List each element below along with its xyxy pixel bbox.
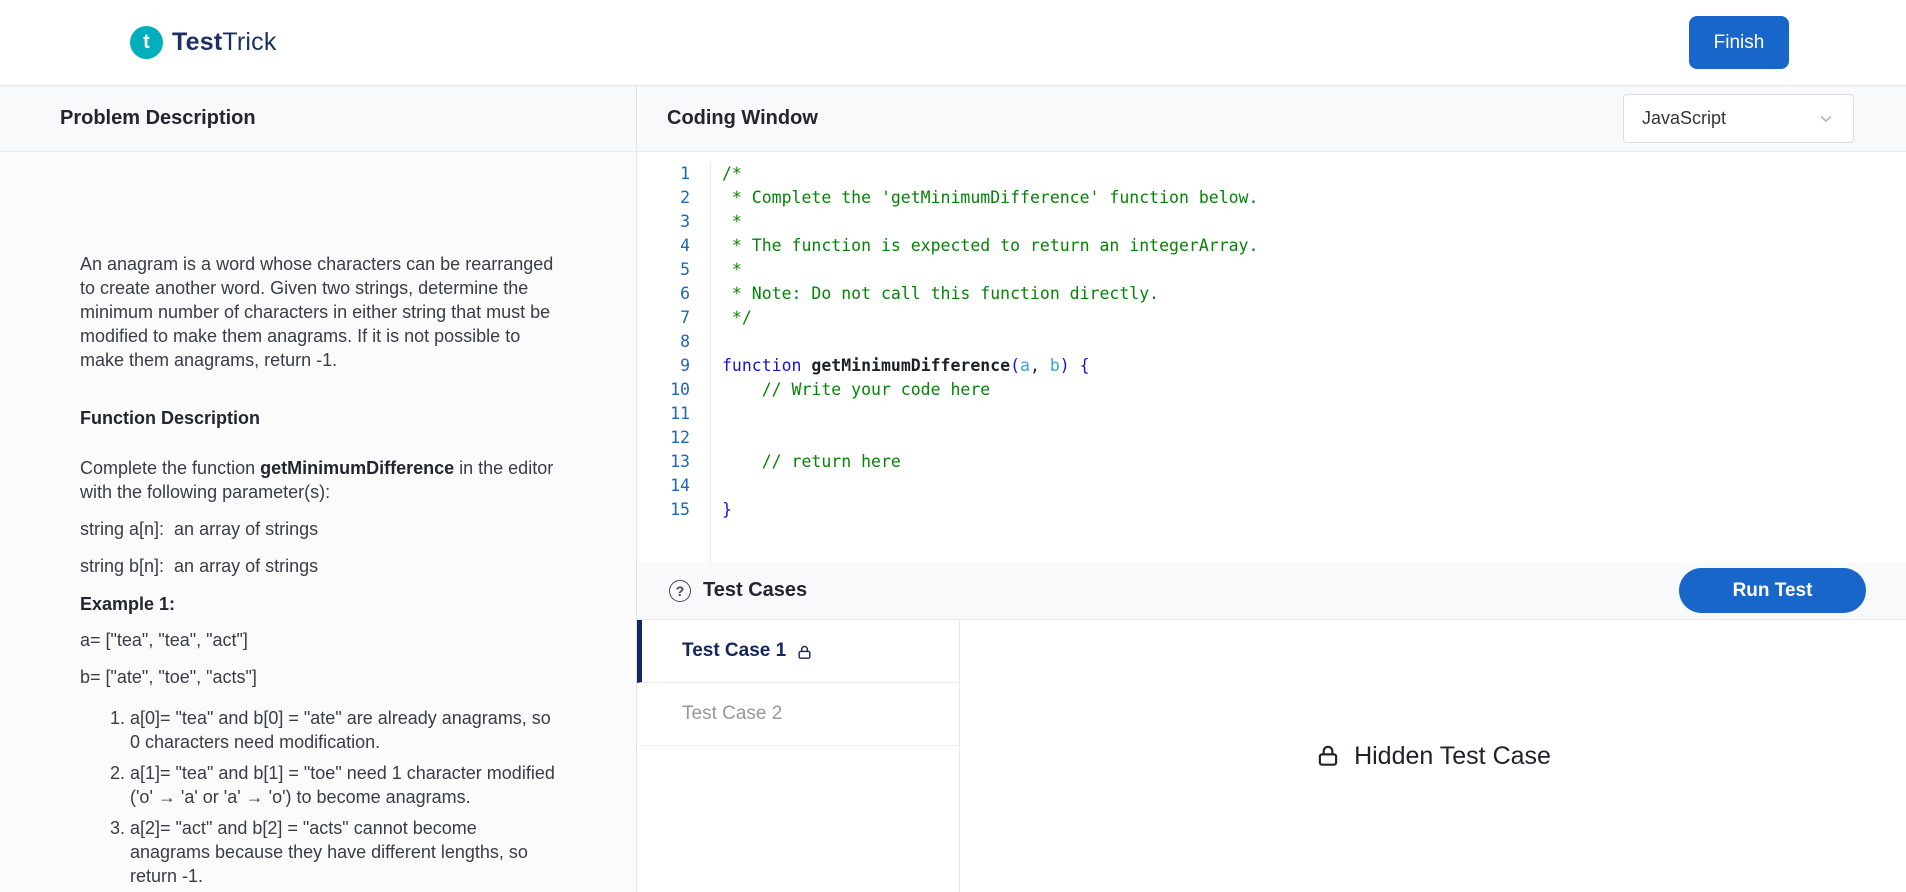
line-number: 7 (680, 308, 690, 327)
code-line: // return here (722, 452, 901, 471)
code-line: * (722, 212, 742, 231)
problem-body: An anagram is a word whose characters ca… (0, 152, 636, 892)
problem-intro: An anagram is a word whose characters ca… (80, 254, 559, 370)
line-number: 1 (680, 164, 690, 183)
code-line: * (722, 260, 742, 279)
lock-icon (1318, 745, 1338, 766)
function-description-heading: Function Description (80, 408, 260, 428)
test-cases-body: Test Case 1 Test Case 2 Hidden Test Case (637, 620, 1906, 892)
line-number: 3 (680, 212, 690, 231)
param-line: string b[n]: an array of strings (80, 556, 319, 576)
complete-prefix: Complete the function (80, 458, 261, 478)
coding-window-title: Coding Window (667, 107, 818, 129)
brand-logo[interactable]: t TestTrick (130, 26, 277, 59)
line-number: 11 (670, 404, 690, 423)
help-icon[interactable]: ? (669, 579, 691, 602)
top-bar: t TestTrick Finish (0, 0, 1906, 86)
hidden-test-case: Hidden Test Case (1315, 742, 1551, 771)
code-line: function getMinimumDifference(a, b) { (722, 356, 1090, 375)
line-number: 9 (680, 356, 690, 375)
line-number: 13 (670, 452, 690, 471)
hidden-test-case-label: Hidden Test Case (1354, 741, 1551, 770)
example-heading: Example 1: (80, 594, 176, 614)
code-lines: /* * Complete the 'getMinimumDifference'… (711, 162, 1906, 562)
example-explanation-item: a[2]= "act" and b[2] = "acts" cannot bec… (130, 816, 558, 888)
code-line: } (722, 500, 732, 519)
language-select[interactable]: JavaScript (1623, 94, 1854, 143)
code-line: /* (722, 164, 742, 183)
problem-panel: Problem Description An anagram is a word… (0, 86, 637, 892)
line-number: 12 (670, 428, 690, 447)
problem-panel-header: Problem Description (0, 86, 636, 152)
lock-icon (798, 645, 811, 659)
example-explanation-list: a[0]= "tea" and b[0] = "ate" are already… (80, 706, 558, 888)
test-case-tab[interactable]: Test Case 1 (637, 620, 959, 683)
example-explanation-item: a[0]= "tea" and b[0] = "ate" are already… (130, 706, 558, 754)
function-name: getMinimumDifference (260, 458, 455, 478)
line-number: 8 (680, 332, 690, 351)
complete-function-line: Complete the function getMinimumDifferen… (80, 456, 558, 504)
brand-name-light: Trick (222, 28, 277, 56)
line-number: 10 (670, 380, 690, 399)
test-cases-title-group: ? Test Cases (669, 579, 807, 602)
chevron-down-icon (1820, 115, 1832, 122)
app: t TestTrick Finish Problem Description A… (0, 0, 1906, 892)
code-line: */ (722, 308, 752, 327)
line-number: 5 (680, 260, 690, 279)
language-select-value: JavaScript (1642, 108, 1727, 128)
code-editor[interactable]: 1 2 3 4 5 6 7 8 9 10 11 12 13 14 15 /* * Complete the … (637, 152, 1906, 562)
brand-icon: t (130, 26, 163, 59)
brand-name-bold: Test (172, 28, 223, 56)
test-case-tab-label: Test Case 1 (682, 640, 787, 661)
example-explanation-item: a[1]= "tea" and b[1] = "toe" need 1 char… (130, 761, 558, 809)
coding-panel: Coding Window JavaScript 1 2 3 4 5 6 7 8 9 10 11 12… (637, 86, 1906, 892)
code-line: * Complete the 'getMinimumDifference' fu… (722, 188, 1259, 207)
line-number: 2 (680, 188, 690, 207)
test-case-list: Test Case 1 Test Case 2 (637, 620, 960, 892)
main-split: Problem Description An anagram is a word… (0, 86, 1906, 892)
run-test-button[interactable]: Run Test (1679, 568, 1866, 613)
example-input-b: b= ["ate", "toe", "acts"] (80, 667, 257, 687)
line-number: 6 (680, 284, 690, 303)
code-line: * The function is expected to return an … (722, 236, 1259, 255)
brand-icon-letter: t (143, 31, 150, 53)
param-line: string a[n]: an array of strings (80, 519, 319, 539)
example-input-a: a= ["tea", "tea", "act"] (80, 630, 248, 650)
line-numbers: 1 2 3 4 5 6 7 8 9 10 11 12 13 14 15 (637, 162, 711, 562)
brand-name: TestTrick (172, 28, 277, 57)
problem-title: Problem Description (60, 107, 256, 129)
code-line: // Write your code here (722, 380, 991, 399)
finish-button[interactable]: Finish (1689, 16, 1789, 69)
coding-window-header: Coding Window JavaScript (637, 86, 1906, 152)
code-line: * Note: Do not call this function direct… (722, 284, 1160, 303)
line-number: 14 (670, 476, 690, 495)
line-number: 15 (670, 500, 690, 519)
test-case-tab-label: Test Case 2 (682, 703, 783, 724)
test-case-tab[interactable]: Test Case 2 (637, 683, 959, 746)
line-number: 4 (680, 236, 690, 255)
test-case-content: Hidden Test Case (960, 620, 1906, 892)
test-cases-header: ? Test Cases Run Test (637, 562, 1906, 620)
test-cases-title: Test Cases (703, 579, 808, 601)
